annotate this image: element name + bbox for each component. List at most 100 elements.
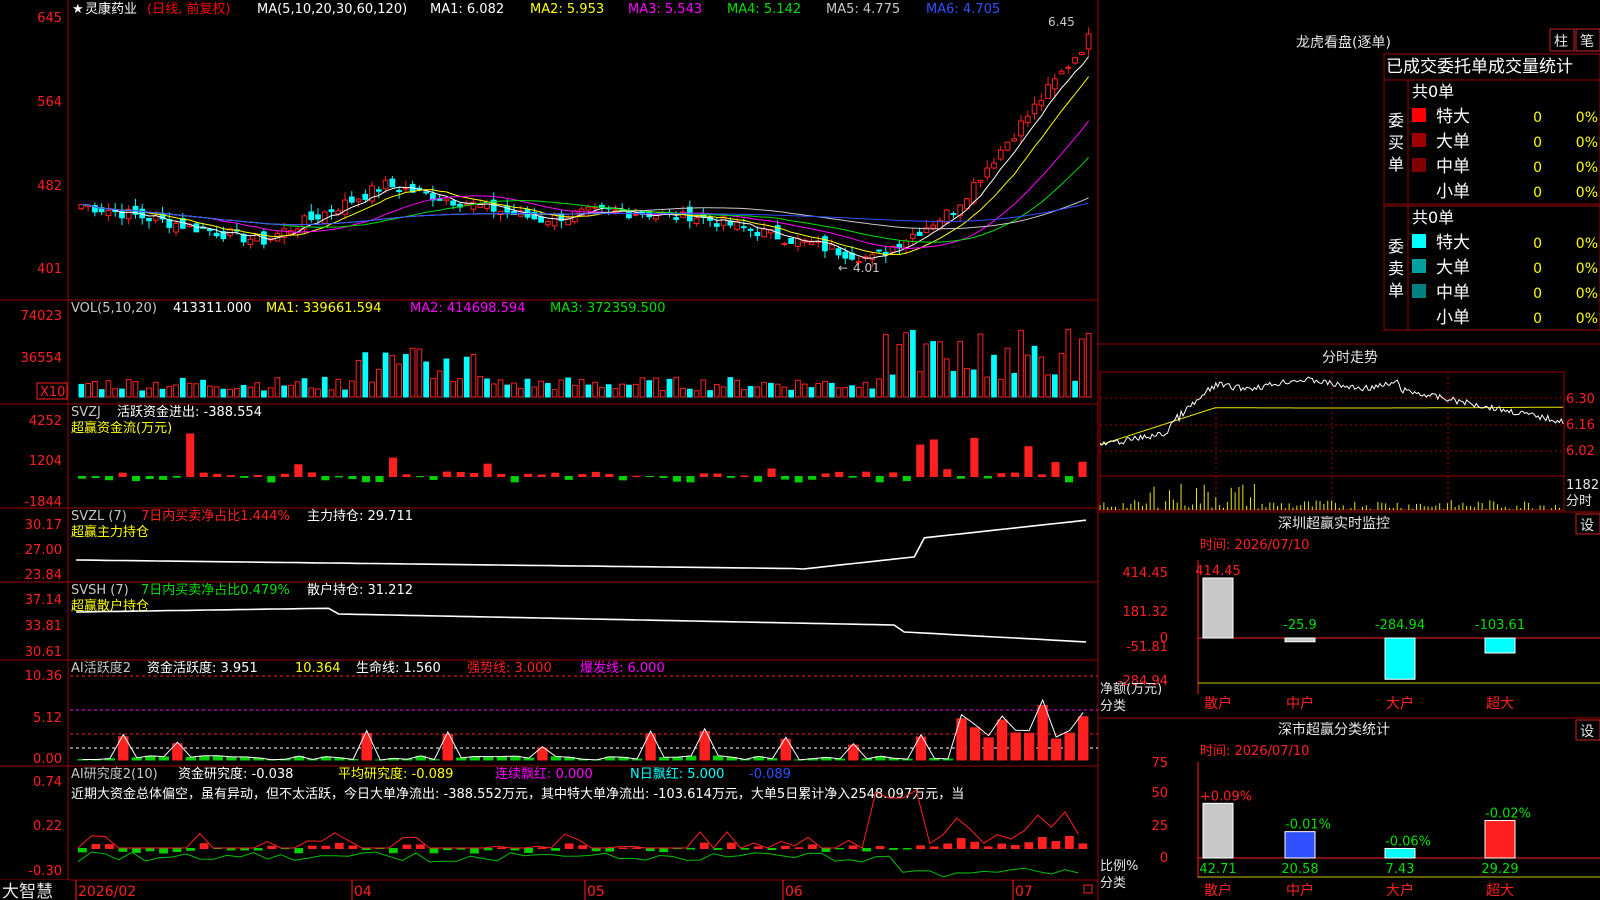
intraday-vol-tick: 11829 — [1566, 478, 1600, 493]
ai1-label4: 强势线: 3.000 — [467, 660, 552, 676]
vol-bar — [511, 382, 517, 398]
sz-y-axis: 414.45 181.32 0 -51.81 -284.94 — [1118, 566, 1168, 689]
vol-bar — [626, 384, 632, 398]
sz-settings-button[interactable]: 设 — [1575, 513, 1600, 535]
ai2-bar — [483, 848, 493, 851]
vol-bar — [78, 383, 85, 398]
intraday-grid — [1100, 372, 1564, 510]
vol-tick: 36554 — [21, 351, 62, 366]
price-candles — [78, 27, 1092, 267]
vol-bar — [328, 389, 335, 398]
vol-bar — [1085, 332, 1092, 398]
svzj-bar — [199, 472, 208, 477]
svzl-line — [75, 519, 1087, 570]
vol-bar — [274, 377, 281, 398]
svzj-bar — [889, 472, 898, 477]
svzj-bar — [916, 444, 925, 477]
vol-bar — [267, 387, 274, 398]
price-panel[interactable]: ★ 灵康药业 (日线, 前复权) MA(5,10,20,30,60,120) M… — [37, 1, 1092, 277]
vol-bar — [125, 379, 132, 398]
vol-bar — [599, 386, 605, 398]
vol-bar — [254, 382, 261, 398]
vol-bar — [375, 368, 382, 398]
order-count: 0 — [1533, 160, 1542, 176]
ai2-bar — [956, 838, 966, 849]
svzj-sub: 超赢资金流(万元) — [71, 420, 172, 436]
ai2-y-axis: 0.74 0.22 -0.30 — [28, 775, 62, 879]
ai2-bar — [848, 845, 858, 849]
vol-bar — [1072, 380, 1078, 398]
buy-char: 买 — [1388, 133, 1404, 152]
vol-bar — [781, 386, 788, 398]
svzj-bar — [402, 474, 411, 477]
svzl-panel[interactable]: SVZL (7) 7日内买卖净占比1.444% 主力持仓: 29.711 超赢主… — [25, 508, 1087, 583]
svzj-bar — [659, 476, 668, 478]
vol-bar — [179, 377, 186, 398]
candle-body — [747, 228, 754, 231]
lock-icon[interactable] — [1083, 884, 1093, 894]
order-pct: 0% — [1576, 160, 1598, 176]
right-panel[interactable]: 龙虎看盘(逐单) 柱 笔 已成交委托单成交量统计 委 买 单 共0单 特大 0 0%… — [1098, 28, 1600, 899]
vol-bar — [200, 379, 206, 398]
ai-research-panel[interactable]: AI研究度2(10) 资金研究度: -0.038 平均研究度: -0.089 连… — [28, 766, 1088, 879]
vol-panel[interactable]: VOL(5,10,20) 413311.000 MA1: 339661.594 … — [21, 301, 1092, 400]
ma6-label: MA6: 4.705 — [926, 2, 1000, 17]
vol-bar — [105, 380, 112, 398]
ai2-bar — [997, 843, 1007, 849]
ai2-tick: -0.30 — [28, 864, 62, 879]
svzj-bar — [132, 476, 141, 482]
ai2-bar — [321, 845, 331, 849]
vol-bar — [1024, 354, 1031, 398]
order-count: 0 — [1533, 236, 1542, 252]
svzl-tick: 23.84 — [25, 568, 62, 583]
order-count: 0 — [1533, 286, 1542, 302]
vol-bar — [768, 382, 774, 398]
sh-bar-value: 7.43 — [1386, 862, 1415, 877]
sh-tick: 50 — [1151, 786, 1168, 801]
vol-bar — [984, 376, 991, 398]
vol-bar — [849, 385, 855, 398]
bar-mode-button[interactable]: 柱 — [1549, 28, 1575, 52]
vol-bar — [132, 381, 139, 398]
svzj-bar — [956, 476, 965, 479]
svsh-y-axis: 37.14 33.81 30.61 — [25, 593, 62, 660]
sell-char: 单 — [1388, 281, 1404, 300]
ai2-bar — [754, 846, 763, 849]
x-label: 06 — [785, 884, 803, 900]
svsh-panel[interactable]: SVSH (7) 7日内买卖净占比0.479% 散户持仓: 31.212 超赢散… — [25, 582, 1087, 660]
price-tick: 645 — [37, 11, 62, 26]
ma4-label: MA4: 5.142 — [727, 2, 801, 17]
svzl-label: 主力持仓: 29.711 — [307, 509, 413, 524]
order-type-label: 中单 — [1436, 283, 1470, 303]
x-label: 04 — [354, 884, 372, 900]
buy-side-label: 委 买 单 — [1388, 111, 1404, 174]
ai1-bar — [1064, 732, 1075, 761]
candle-body — [504, 205, 511, 213]
sh-settings-button[interactable]: 设 — [1575, 719, 1600, 741]
ai1-bar — [185, 756, 197, 761]
vol-bar — [98, 389, 105, 398]
svzj-bar — [253, 474, 262, 477]
svzj-panel[interactable]: SVZJ 活跃资金进出: -388.554 超赢资金流(万元) 4252 120… — [24, 404, 1087, 510]
stats-tab-label[interactable]: 已成交委托单成交量统计 — [1386, 57, 1573, 77]
line-mode-button[interactable]: 笔 — [1575, 28, 1600, 52]
svzj-bar — [334, 476, 343, 478]
x-label: 05 — [587, 884, 605, 900]
svzj-tick: 1204 — [29, 454, 62, 469]
vol-bar — [1058, 353, 1065, 398]
svzj-bar — [213, 473, 222, 477]
svzj-bar — [754, 476, 763, 482]
sz-tick: -51.81 — [1126, 640, 1168, 655]
vol-bar — [686, 388, 693, 398]
candle-body — [146, 217, 152, 222]
lhb-title: 龙虎看盘(逐单) — [1296, 34, 1391, 51]
ai1-reference-lines — [70, 675, 1098, 749]
sell-side-label: 委 卖 单 — [1388, 237, 1404, 300]
ai1-bar — [685, 755, 697, 761]
vol-bar — [612, 388, 619, 398]
x-label: 07 — [1015, 884, 1033, 900]
ai1-bar — [199, 755, 210, 761]
ai-activity-panel[interactable]: AI活跃度2 资金活跃度: 3.951 10.364 生命线: 1.560 强势… — [25, 660, 1098, 767]
ai2-bar — [78, 848, 87, 853]
sh-time: 时间: 2026/07/10 — [1200, 744, 1309, 759]
